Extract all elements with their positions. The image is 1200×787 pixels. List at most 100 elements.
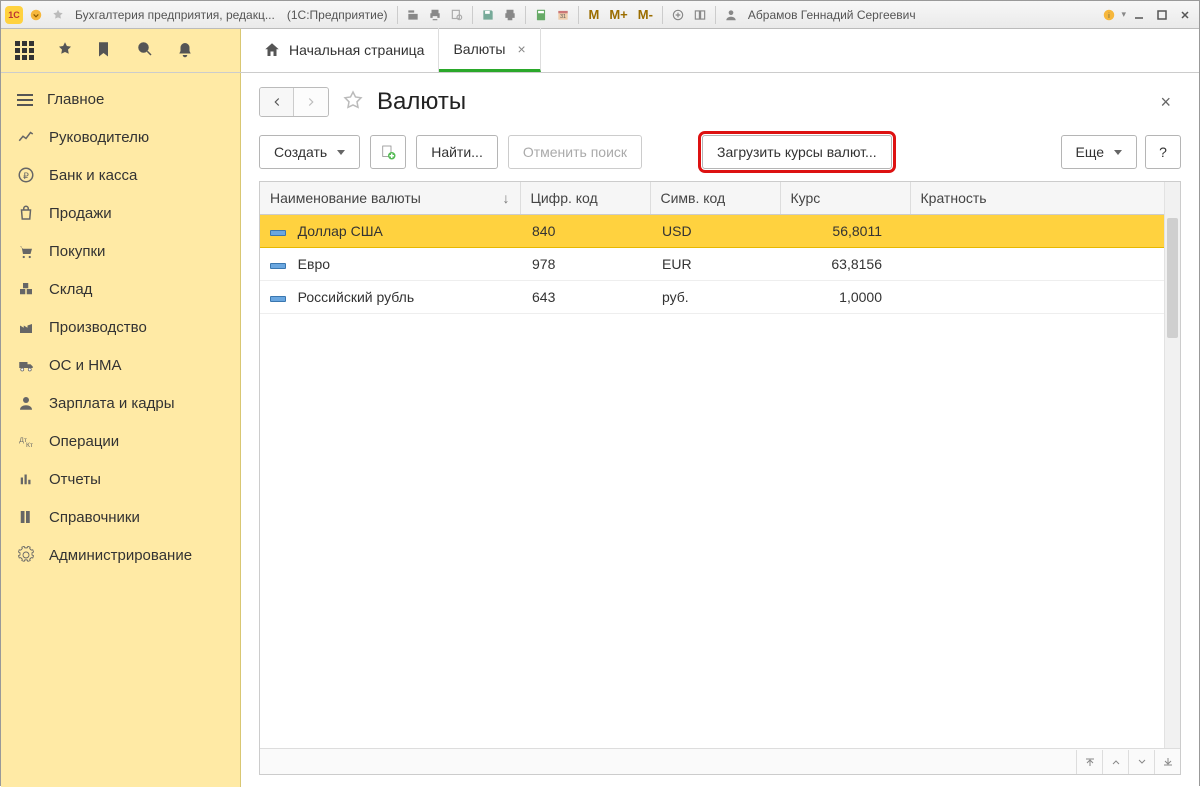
sidebar: Главное Руководителю ₽ Банк и касса Прода… [1,73,241,787]
scroll-up-icon[interactable] [1102,750,1128,774]
sidebar-item-production[interactable]: Производство [1,308,240,346]
scrollbar-thumb[interactable] [1167,218,1178,338]
sidebar-item-sales[interactable]: Продажи [1,194,240,232]
window-minimize[interactable] [1129,6,1149,24]
table-footer [260,748,1180,774]
table-row[interactable]: Доллар США840USD56,8011 [260,215,1180,248]
user-icon [722,6,740,24]
col-numcode[interactable]: Цифр. код [520,182,650,215]
content-area: Валюты × Создать Найти... Отменить поиск… [241,73,1199,787]
factory-icon [17,318,35,336]
cell-rate: 1,0000 [780,281,910,314]
col-symcode[interactable]: Симв. код [650,182,780,215]
table-row[interactable]: Российский рубль643руб.1,0000 [260,281,1180,314]
print-icon[interactable] [426,6,444,24]
sidebar-item-admin[interactable]: Администрирование [1,536,240,574]
gear-icon [17,546,35,564]
sidebar-item-main[interactable]: Главное [1,81,240,118]
sidebar-item-assets[interactable]: ОС и НМА [1,346,240,384]
create-button[interactable]: Создать [259,135,360,169]
scroll-bottom-icon[interactable] [1154,750,1180,774]
boxes-icon [17,280,35,298]
window-close[interactable] [1175,6,1195,24]
svg-text:Кт: Кт [26,442,33,449]
cancel-search-button: Отменить поиск [508,135,642,169]
svg-text:₽: ₽ [23,171,29,181]
nav-forward-button[interactable] [294,88,328,116]
tab-currencies[interactable]: Валюты × [439,28,540,72]
scroll-top-icon[interactable] [1076,750,1102,774]
button-label: ? [1159,144,1167,160]
page-close-button[interactable]: × [1150,88,1181,117]
add-circle-icon[interactable] [669,6,687,24]
sidebar-item-operations[interactable]: ДтКтОперации [1,422,240,460]
app-title: Бухгалтерия предприятия, редакц... [71,8,279,22]
sidebar-item-label: Руководителю [49,129,149,146]
load-rates-button[interactable]: Загрузить курсы валют... [702,135,892,169]
row-marker-icon [270,230,286,236]
memory-m-plus[interactable]: M+ [606,7,630,22]
preview-icon[interactable] [448,6,466,24]
window-maximize[interactable] [1152,6,1172,24]
person-icon [17,394,35,412]
more-button[interactable]: Еще [1061,135,1138,169]
trend-icon [17,128,35,146]
sidebar-item-bank[interactable]: ₽ Банк и касса [1,156,240,194]
button-label: Отменить поиск [523,144,627,160]
create-copy-button[interactable] [370,135,406,169]
bell-icon[interactable] [176,40,194,61]
sidebar-item-warehouse[interactable]: Склад [1,270,240,308]
scroll-down-icon[interactable] [1128,750,1154,774]
print2-icon[interactable] [501,6,519,24]
vertical-scrollbar[interactable] [1164,182,1180,748]
col-mult[interactable]: Кратность [910,182,1180,215]
info-icon[interactable]: i [1100,6,1118,24]
tab-home[interactable]: Начальная страница [249,28,439,72]
cell-name: Евро [298,256,330,272]
sidebar-item-hr[interactable]: Зарплата и кадры [1,384,240,422]
tab-home-label: Начальная страница [289,42,424,58]
save-icon[interactable] [479,6,497,24]
star-icon[interactable] [49,6,67,24]
cell-symcode: руб. [650,281,780,314]
apps-grid-icon[interactable] [15,41,34,60]
panels-icon[interactable] [691,6,709,24]
sidebar-item-label: Справочники [49,509,140,526]
sidebar-item-label: Зарплата и кадры [49,395,175,412]
ruble-icon: ₽ [17,166,35,184]
tab-close-icon[interactable]: × [517,41,525,57]
tab-label: Валюты [453,41,505,57]
memory-m-minus[interactable]: M- [635,7,656,22]
col-label: Курс [791,190,821,206]
search-icon[interactable] [136,40,154,61]
find-button[interactable]: Найти... [416,135,498,169]
col-rate[interactable]: Курс [780,182,910,215]
app-logo-1c-icon: 1С [5,6,23,24]
button-label: Еще [1076,144,1105,160]
app-title-suffix: (1С:Предприятие) [283,8,392,22]
favorite-star-icon[interactable] [341,89,365,116]
calendar-icon[interactable]: 31 [554,6,572,24]
sidebar-item-manager[interactable]: Руководителю [1,118,240,156]
favorites-icon[interactable] [56,40,74,61]
cell-mult [910,281,1180,314]
currencies-table[interactable]: Наименование валюты Цифр. код Симв. код … [260,182,1180,314]
table-row[interactable]: Евро978EUR63,8156 [260,248,1180,281]
nav-back-button[interactable] [260,88,294,116]
sidebar-item-purchases[interactable]: Покупки [1,232,240,270]
sidebar-item-label: Банк и касса [49,167,137,184]
tab-bar: Начальная страница Валюты × [241,29,541,72]
sidebar-item-label: Покупки [49,243,105,260]
sidebar-item-catalogs[interactable]: Справочники [1,498,240,536]
open-icon[interactable] [404,6,422,24]
button-label: Создать [274,144,327,160]
dropdown-circle-icon[interactable] [27,6,45,24]
history-icon[interactable] [96,40,114,61]
sidebar-item-label: ОС и НМА [49,357,122,374]
calculator-icon[interactable] [532,6,550,24]
memory-m[interactable]: M [585,7,602,22]
help-button[interactable]: ? [1145,135,1181,169]
sidebar-item-reports[interactable]: Отчеты [1,460,240,498]
col-name[interactable]: Наименование валюты [260,182,520,215]
journal-icon: ДтКт [17,432,35,450]
